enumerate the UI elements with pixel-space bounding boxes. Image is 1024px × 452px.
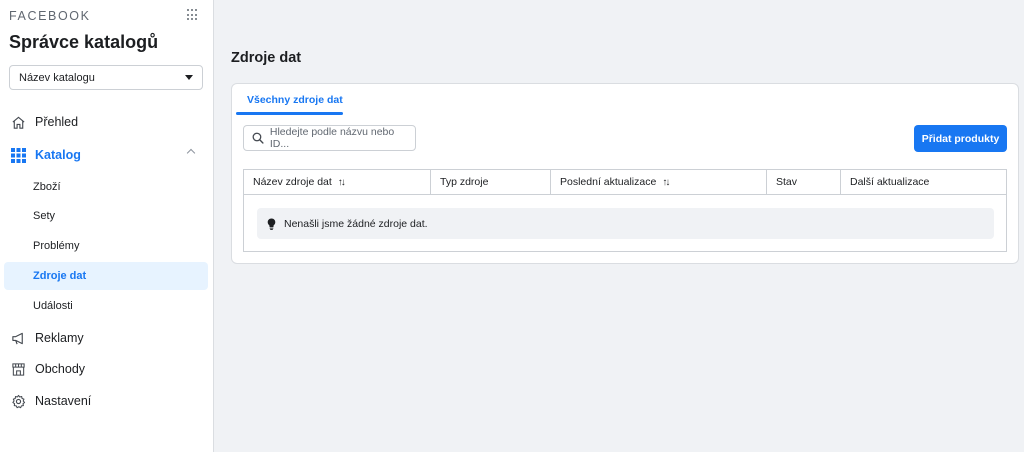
nav-item-label: Nastavení <box>35 394 92 408</box>
sidebar: FACEBOOK Správce katalogů Název katalogu… <box>0 0 214 452</box>
sidebar-sub-events[interactable]: Události <box>4 292 208 320</box>
chevron-up-icon[interactable] <box>186 148 196 158</box>
search-icon <box>252 132 264 144</box>
column-header-last-update[interactable]: Poslední aktualizace ↑↓ <box>551 170 767 194</box>
data-sources-table: Název zdroje dat ↑↓ Typ zdroje Poslední … <box>243 169 1007 252</box>
nav-item-settings[interactable]: Nastavení <box>4 387 208 415</box>
store-icon <box>10 361 26 377</box>
catalog-select[interactable]: Název katalogu <box>9 65 203 90</box>
column-header-label: Poslední aktualizace <box>560 176 657 188</box>
nav-item-ads[interactable]: Reklamy <box>4 324 208 352</box>
nav-item-label: Katalog <box>35 148 81 162</box>
sidebar-sub-products[interactable]: Zboží <box>4 173 208 201</box>
home-icon <box>10 114 26 130</box>
column-header-label: Stav <box>776 176 798 188</box>
page-title: Zdroje dat <box>231 50 302 66</box>
nav-item-label: Přehled <box>35 115 79 129</box>
active-tab-indicator <box>236 112 343 115</box>
column-header-next-update: Další aktualizace <box>841 170 1006 194</box>
empty-state-message: Nenašli jsme žádné zdroje dat. <box>257 208 994 239</box>
nav-item-overview[interactable]: Přehled <box>4 108 208 136</box>
sidebar-sub-data-sources[interactable]: Zdroje dat <box>4 262 208 290</box>
lightbulb-icon <box>267 218 276 230</box>
gear-icon <box>10 393 26 409</box>
search-placeholder: Hledejte podle názvu nebo ID... <box>269 126 395 150</box>
app-title: Správce katalogů <box>9 32 159 52</box>
column-header-label: Typ zdroje <box>440 176 489 188</box>
caret-down-icon <box>185 75 193 80</box>
column-header-label: Další aktualizace <box>850 176 930 188</box>
sidebar-sub-issues[interactable]: Problémy <box>4 232 208 260</box>
column-header-label: Název zdroje dat <box>253 176 332 188</box>
nav-item-label: Obchody <box>35 362 86 376</box>
search-input[interactable]: Hledejte podle názvu nebo ID... <box>243 125 416 151</box>
nav-item-shops[interactable]: Obchody <box>4 355 208 383</box>
apps-grid-icon[interactable] <box>187 9 199 21</box>
nav-item-label: Reklamy <box>35 331 84 345</box>
column-header-status: Stav <box>767 170 841 194</box>
column-header-name[interactable]: Název zdroje dat ↑↓ <box>244 170 431 194</box>
nav-item-catalog[interactable]: Katalog <box>4 141 208 169</box>
catalog-select-value: Název katalogu <box>19 71 95 84</box>
column-header-type: Typ zdroje <box>431 170 551 194</box>
empty-state-text: Nenašli jsme žádné zdroje dat. <box>284 217 428 230</box>
add-products-button[interactable]: Přidat produkty <box>914 125 1007 152</box>
table-header: Název zdroje dat ↑↓ Typ zdroje Poslední … <box>244 170 1006 195</box>
sidebar-sub-sets[interactable]: Sety <box>4 202 208 230</box>
sort-icon[interactable]: ↑↓ <box>662 177 670 188</box>
brand-label: FACEBOOK <box>9 9 91 23</box>
grid-icon <box>10 147 26 163</box>
data-sources-card: Všechny zdroje dat Hledejte podle názvu … <box>231 83 1019 264</box>
megaphone-icon <box>10 330 26 346</box>
sort-icon[interactable]: ↑↓ <box>338 177 346 188</box>
